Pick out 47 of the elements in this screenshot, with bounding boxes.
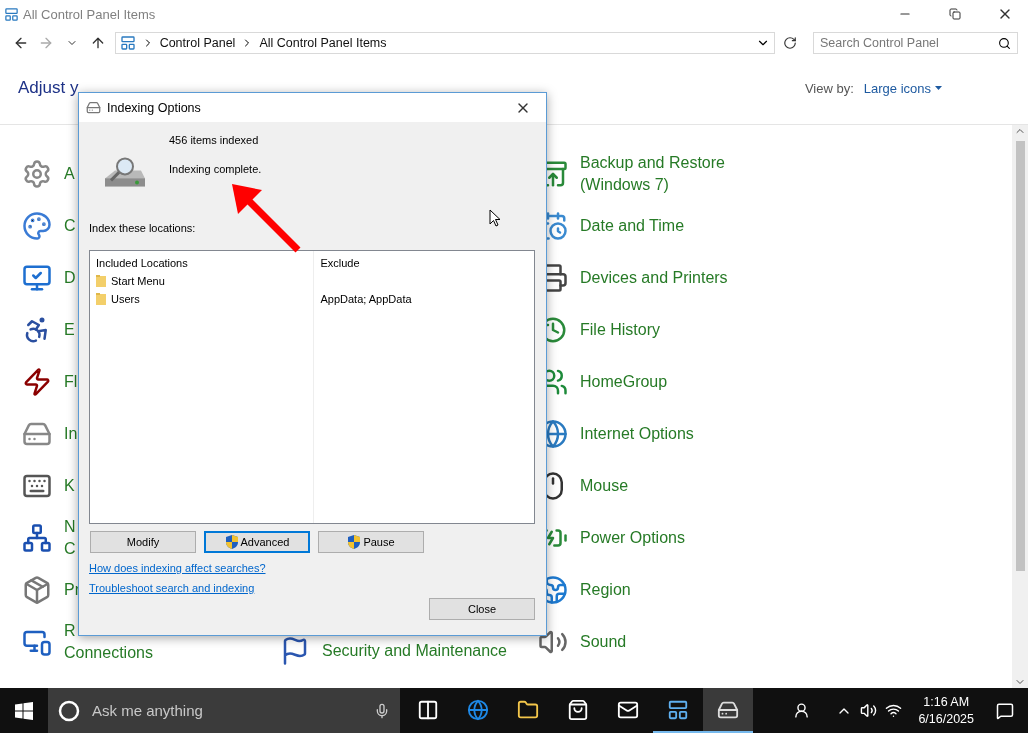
location-cell[interactable]: Start Menu <box>96 274 314 288</box>
settings-item-link[interactable]: D <box>64 267 76 289</box>
settings-item-link[interactable]: File History <box>580 319 660 341</box>
settings-item-link[interactable]: Devices and Printers <box>580 267 728 289</box>
settings-item-link[interactable]: K <box>64 475 75 497</box>
settings-item-link[interactable]: Mouse <box>580 475 629 497</box>
settings-item-link[interactable]: Region <box>580 579 631 601</box>
address-bar[interactable]: Control Panel All Control Panel Items <box>114 32 776 54</box>
settings-item-link[interactable]: Internet Options <box>580 423 694 445</box>
breadcrumb-item[interactable]: All Control Panel Items <box>259 36 387 50</box>
settings-item-link[interactable]: A <box>64 163 75 185</box>
close-dialog-button[interactable]: Close <box>429 598 535 620</box>
breadcrumb-item[interactable]: Control Panel <box>159 36 236 50</box>
search-box[interactable]: Search Control Panel <box>813 32 1018 54</box>
settings-item-link[interactable]: Power Options <box>580 527 685 549</box>
settings-item-link[interactable]: E <box>64 319 75 341</box>
settings-item-link[interactable]: Fl <box>64 371 78 393</box>
taskbar-search-bar[interactable]: Ask me anything <box>48 688 400 733</box>
view-mode-dropdown[interactable]: Large icons <box>863 80 942 96</box>
dialog-title: Indexing Options <box>107 100 202 115</box>
settings-item-link[interactable]: Pr <box>64 579 80 601</box>
dialog-button[interactable]: Advanced <box>204 531 310 553</box>
clock[interactable]: 1:16 AM 6/16/2025 <box>918 693 974 728</box>
settings-item-link[interactable]: Date and Time <box>580 215 685 237</box>
column-header[interactable]: Included Locations <box>96 256 314 270</box>
settings-item-link[interactable]: HomeGroup <box>580 371 668 393</box>
location-cell[interactable]: Users <box>96 292 314 306</box>
locations-table[interactable]: Included Locations Start Menu Users Exclude AppData; AppData <box>89 250 535 524</box>
column-header[interactable]: Exclude <box>320 256 534 270</box>
indexing-status: Indexing complete. <box>169 163 262 175</box>
settings-item-link[interactable]: Security and Maintenance <box>322 640 507 662</box>
page-heading: Adjust y <box>18 78 79 98</box>
items-indexed-count: 456 items indexed <box>169 134 260 146</box>
dialog-button[interactable]: Modify <box>90 531 196 553</box>
settings-item-link[interactable]: In <box>64 423 78 445</box>
dialog-button[interactable]: Pause <box>318 531 424 553</box>
settings-item-link[interactable]: C <box>64 215 76 237</box>
window-title: All Control Panel Items <box>23 6 157 22</box>
exclude-cell-text: AppData; AppData <box>320 292 413 306</box>
settings-item-link[interactable]: N C <box>64 516 76 560</box>
locations-label: Index these locations: <box>89 222 197 234</box>
help-link[interactable]: How does indexing affect searches? <box>89 562 266 574</box>
taskbar-search-input[interactable]: Ask me anything <box>90 701 364 720</box>
settings-item-link[interactable]: Backup and Restore (Windows 7) <box>580 152 725 196</box>
settings-item-link[interactable]: Sound <box>580 631 627 653</box>
view-by-label: View by: <box>804 80 854 96</box>
help-link[interactable]: Troubleshoot search and indexing <box>89 582 255 594</box>
